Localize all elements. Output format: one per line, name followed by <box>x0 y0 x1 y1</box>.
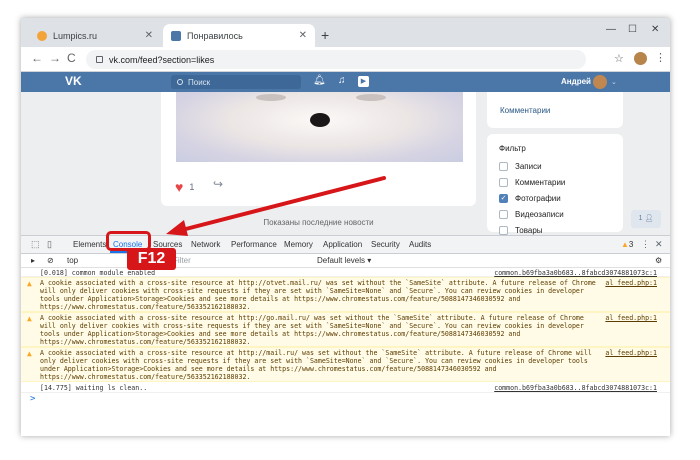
annotation-arrow <box>166 176 386 236</box>
f12-label: F12 <box>127 248 176 270</box>
